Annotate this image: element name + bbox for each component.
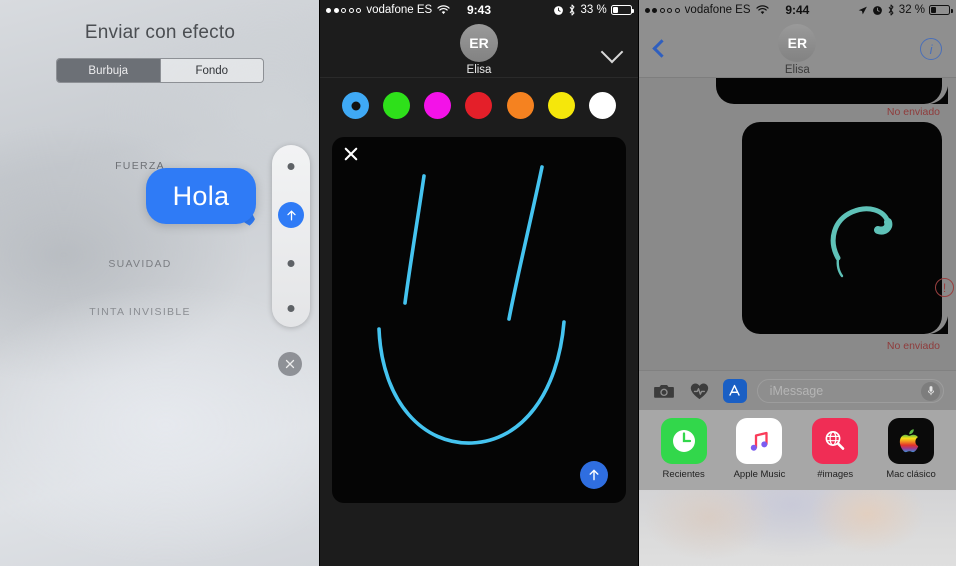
app-label: #images [817,469,854,480]
message-list[interactable]: No enviado ! No enviado [639,78,956,370]
arrow-up-icon [589,469,599,481]
app-label: Mac clásico [886,469,936,480]
send-with-effect-panel: Enviar con efecto Burbuja Fondo FUERZA S… [0,0,320,566]
contact-name-label: Elisa [784,64,810,76]
page-title: Enviar con efecto [84,22,236,43]
appstore-icon [729,384,740,396]
segment-fondo[interactable]: Fondo [160,59,263,82]
conversation-panel: vodafone ES 9:44 32 % ER Elisa i No envi… [638,0,956,566]
back-chevron-icon[interactable] [651,39,671,58]
drawing-smiley-face [377,165,567,445]
color-swatch-magenta[interactable] [424,92,452,119]
color-palette[interactable] [320,78,637,131]
chevron-down-icon[interactable] [600,40,623,64]
color-swatch-white[interactable] [588,92,616,119]
clock-label: 9:43 [466,3,492,17]
send-drawing-button[interactable] [579,461,608,489]
message-status-1: No enviado [886,106,941,118]
app-label: Apple Music [733,469,786,480]
message-status-2: No enviado [886,340,941,352]
segment-burbuja[interactable]: Burbuja [57,59,161,82]
effect-option-suavidad[interactable]: SUAVIDAD [30,258,250,270]
close-icon [285,359,295,369]
message-input-field[interactable]: iMessage [756,378,945,403]
drawing-stroke [830,206,893,278]
message-bubble-preview[interactable]: Hola [146,168,256,224]
microphone-button[interactable] [921,381,941,401]
battery-icon [929,5,953,15]
appstore-button[interactable] [722,378,747,403]
app-item-images[interactable]: #images [804,418,866,480]
color-swatch-yellow[interactable] [547,92,575,119]
color-swatch-orange[interactable] [506,92,534,119]
app-label: Recientes [662,469,705,480]
message-bubble-partial[interactable] [716,78,943,104]
color-swatch-red[interactable] [465,92,493,119]
contact-name-label: Elisa [466,64,492,76]
effect-type-segmented-control[interactable]: Burbuja Fondo [56,58,264,83]
keyboard-area-blur [638,490,956,566]
send-effect-button[interactable] [278,202,304,228]
microphone-icon [927,386,934,396]
digital-touch-header: ER Elisa [320,20,638,78]
effect-slider-dot-3[interactable] [287,260,295,267]
clock-icon [660,418,707,464]
avatar[interactable]: ER [460,24,498,62]
app-item-recientes[interactable]: Recientes [653,418,715,480]
status-bar-middle: vodafone ES 9:43 33 % [320,0,638,20]
camera-button[interactable] [651,379,677,403]
search-globe-icon [812,418,859,464]
effect-slider-dot-1[interactable] [287,163,295,170]
color-swatch-blue[interactable] [342,92,370,119]
digital-touch-panel: vodafone ES 9:43 33 % ER Elisa [320,0,638,566]
conversation-header: ER Elisa i [638,20,956,78]
digital-touch-button[interactable] [687,379,713,403]
exclamation-circle-icon[interactable]: ! [935,278,955,297]
effect-option-tinta-invisible[interactable]: TINTA INVISIBLE [30,306,250,318]
app-item-apple-music[interactable]: Apple Music [728,418,790,480]
info-icon[interactable]: i [920,38,943,60]
apple-logo-icon [888,418,935,464]
message-input-placeholder: iMessage [769,383,824,398]
message-input-bar: iMessage [638,370,956,410]
message-bubble-digital-touch[interactable] [742,122,943,334]
music-note-icon [736,418,783,464]
effect-selector-slider[interactable] [272,145,310,327]
status-bar-right: vodafone ES 9:44 32 % [638,0,956,20]
heartbeat-icon [691,383,709,399]
camera-icon [653,384,674,398]
color-swatch-green[interactable] [383,92,411,119]
cancel-effect-button[interactable] [278,352,302,376]
digital-touch-canvas[interactable] [332,137,626,503]
battery-icon [610,5,635,15]
app-item-mac-clasico[interactable]: Mac clásico [880,418,942,480]
effect-slider-dot-4[interactable] [287,305,295,312]
screenshot-stage: Enviar con efecto Burbuja Fondo FUERZA S… [0,0,956,566]
message-bubble-text: Hola [172,180,230,211]
arrow-up-icon [286,210,296,220]
close-icon[interactable] [342,145,360,163]
clock-label: 9:44 [785,3,810,17]
imessage-app-drawer[interactable]: Recientes Apple Music #images Mac clásic… [638,410,956,490]
avatar[interactable]: ER [778,24,817,62]
